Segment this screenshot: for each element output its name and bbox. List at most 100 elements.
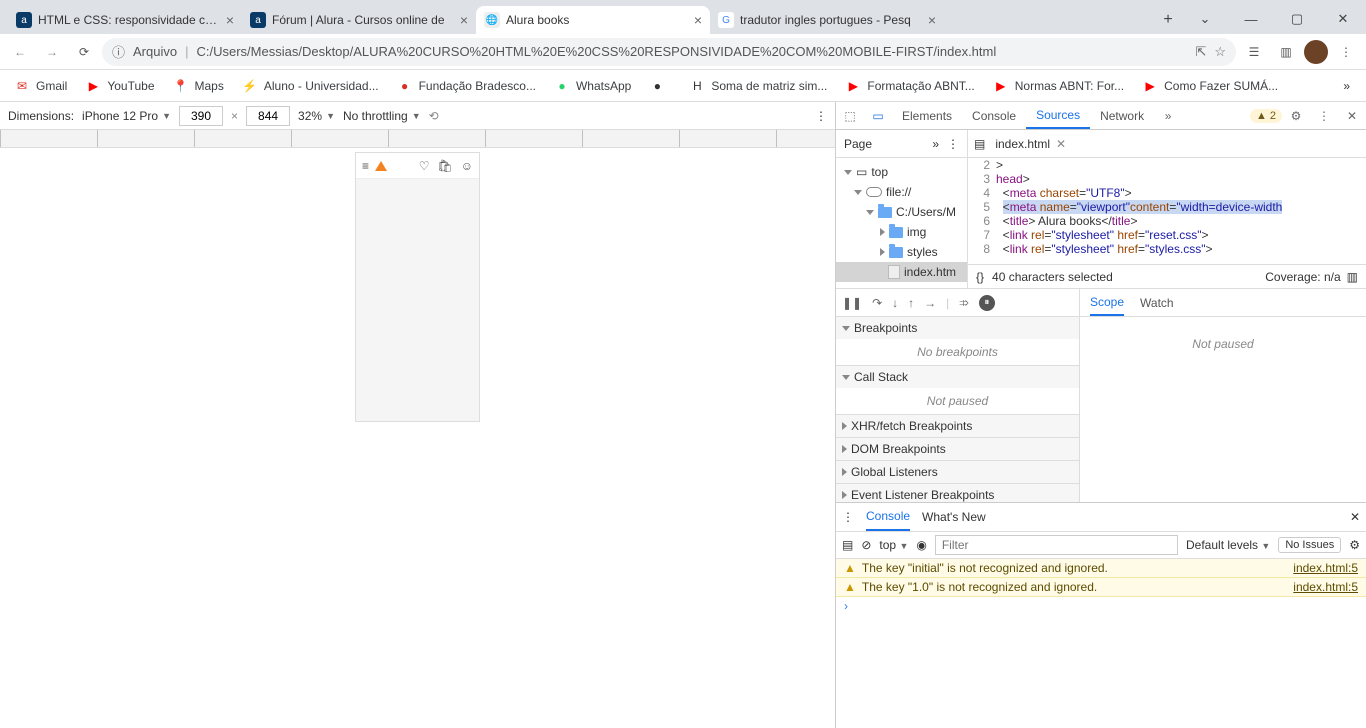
- navigator-more-icon[interactable]: »: [932, 137, 939, 151]
- bookmark-item[interactable]: ▶YouTube: [79, 74, 160, 98]
- bookmark-item[interactable]: ▶Normas ABNT: For...: [987, 74, 1130, 98]
- tree-file-index[interactable]: index.htm: [836, 262, 967, 282]
- pretty-print-icon[interactable]: {}: [976, 270, 984, 284]
- console-sidebar-icon[interactable]: ▤: [842, 538, 853, 552]
- drawer-close-icon[interactable]: ✕: [1350, 510, 1360, 524]
- height-input[interactable]: [246, 106, 290, 126]
- heart-icon[interactable]: ♡: [419, 159, 430, 173]
- window-maximize-button[interactable]: ▢: [1274, 4, 1320, 34]
- window-minimize-button[interactable]: —: [1228, 4, 1274, 34]
- no-issues-badge[interactable]: No Issues: [1278, 537, 1341, 553]
- editor-tabs-icon[interactable]: ▤: [974, 137, 985, 151]
- close-icon[interactable]: ×: [460, 12, 468, 28]
- close-icon[interactable]: ×: [694, 12, 702, 28]
- tree-top[interactable]: ▭ top: [836, 162, 967, 182]
- width-input[interactable]: [179, 106, 223, 126]
- context-select[interactable]: top ▼: [879, 538, 908, 552]
- site-info-icon[interactable]: ⓘ: [112, 42, 125, 61]
- scope-tab[interactable]: Scope: [1090, 289, 1124, 316]
- device-select[interactable]: iPhone 12 Pro ▼: [82, 109, 171, 123]
- side-panel-icon[interactable]: ▥: [1272, 38, 1300, 66]
- settings-icon[interactable]: ⚙: [1282, 109, 1310, 123]
- window-dropdown-icon[interactable]: ⌄: [1182, 4, 1228, 34]
- bp-section[interactable]: Global Listeners: [836, 461, 1079, 484]
- step-out-icon[interactable]: ↑: [908, 296, 914, 310]
- reading-list-icon[interactable]: ☰: [1240, 38, 1268, 66]
- source-link[interactable]: index.html:5: [1293, 580, 1358, 594]
- deactivate-bp-icon[interactable]: ⤃: [959, 295, 969, 310]
- bookmark-item[interactable]: ✉Gmail: [8, 74, 73, 98]
- tree-folder-styles[interactable]: styles: [836, 242, 967, 262]
- bookmark-item[interactable]: ●WhatsApp: [548, 74, 637, 98]
- device-toolbar-menu-icon[interactable]: ⋮: [815, 109, 827, 123]
- watch-tab[interactable]: Watch: [1140, 296, 1174, 310]
- browser-tab[interactable]: Gtradutor ingles portugues - Pesq×: [710, 6, 944, 34]
- bp-section[interactable]: BreakpointsNo breakpoints: [836, 317, 1079, 366]
- editor-tab-file[interactable]: index.html ✕: [991, 137, 1070, 151]
- window-close-button[interactable]: ✕: [1320, 4, 1366, 34]
- bag-icon[interactable]: 🛍: [438, 159, 453, 173]
- hamburger-icon[interactable]: ≡: [362, 159, 369, 173]
- more-tabs-icon[interactable]: »: [1154, 109, 1182, 123]
- profile-avatar[interactable]: [1304, 40, 1328, 64]
- bookmark-item[interactable]: HSoma de matriz sim...: [683, 74, 833, 98]
- warnings-badge[interactable]: ▲ 2: [1250, 109, 1282, 123]
- console-prompt[interactable]: ›: [836, 597, 1366, 615]
- navigator-tab-page[interactable]: Page: [844, 137, 872, 151]
- throttle-select[interactable]: No throttling ▼: [343, 109, 421, 123]
- bookmark-item[interactable]: ⚡Aluno - Universidad...: [236, 74, 385, 98]
- bookmarks-overflow-icon[interactable]: »: [1335, 79, 1358, 93]
- navigator-menu-icon[interactable]: ⋮: [947, 137, 959, 151]
- devtools-tab-sources[interactable]: Sources: [1026, 102, 1090, 129]
- bookmark-item[interactable]: 📍Maps: [167, 74, 230, 98]
- devtools-close-icon[interactable]: ✕: [1338, 109, 1366, 123]
- levels-select[interactable]: Default levels ▼: [1186, 538, 1270, 552]
- coverage-icon[interactable]: ▥: [1347, 270, 1358, 284]
- step-into-icon[interactable]: ↓: [892, 296, 898, 310]
- bp-section[interactable]: Event Listener Breakpoints: [836, 484, 1079, 502]
- browser-tab[interactable]: 🌐Alura books×: [476, 6, 710, 34]
- bp-section[interactable]: Call StackNot paused: [836, 366, 1079, 415]
- pause-exceptions-icon[interactable]: ⏸: [979, 295, 995, 311]
- close-icon[interactable]: ✕: [1056, 137, 1066, 151]
- back-button[interactable]: ←: [6, 38, 34, 66]
- code-editor[interactable]: 2>3head>4 <meta charset="UTF8">5 <meta n…: [968, 158, 1366, 264]
- bookmark-item[interactable]: ●: [643, 74, 677, 98]
- drawer-menu-icon[interactable]: ⋮: [842, 510, 854, 524]
- pause-button[interactable]: ❚❚: [842, 296, 862, 310]
- tree-scheme[interactable]: file://: [836, 182, 967, 202]
- inspect-icon[interactable]: ⬚: [836, 109, 864, 123]
- bookmark-item[interactable]: ▶Como Fazer SUMÁ...: [1136, 74, 1284, 98]
- share-icon[interactable]: ⇱: [1195, 44, 1206, 60]
- bp-section[interactable]: DOM Breakpoints: [836, 438, 1079, 461]
- bookmark-item[interactable]: ▶Formatação ABNT...: [839, 74, 980, 98]
- step-icon[interactable]: →: [924, 296, 936, 310]
- filter-input[interactable]: [935, 535, 1178, 555]
- close-icon[interactable]: ×: [928, 12, 936, 28]
- user-icon[interactable]: ☺: [461, 159, 473, 173]
- devtools-tab-console[interactable]: Console: [962, 102, 1026, 129]
- devtools-tab-elements[interactable]: Elements: [892, 102, 962, 129]
- rotate-icon[interactable]: ⟲: [429, 109, 439, 123]
- reload-button[interactable]: ⟳: [70, 38, 98, 66]
- browser-tab[interactable]: aHTML e CSS: responsividade com×: [8, 6, 242, 34]
- devtools-tab-network[interactable]: Network: [1090, 102, 1154, 129]
- bp-section[interactable]: XHR/fetch Breakpoints: [836, 415, 1079, 438]
- close-icon[interactable]: ×: [226, 12, 234, 28]
- device-toggle-icon[interactable]: ▭: [864, 109, 892, 123]
- devtools-menu-icon[interactable]: ⋮: [1310, 109, 1338, 123]
- drawer-tab-whatsnew[interactable]: What's New: [922, 510, 986, 524]
- browser-tab[interactable]: aFórum | Alura - Cursos online de×: [242, 6, 476, 34]
- bookmark-item[interactable]: ●Fundação Bradesco...: [391, 74, 542, 98]
- new-tab-button[interactable]: +: [1154, 6, 1182, 34]
- tree-folder-img[interactable]: img: [836, 222, 967, 242]
- live-expression-icon[interactable]: ◉: [916, 538, 926, 552]
- source-link[interactable]: index.html:5: [1293, 561, 1358, 575]
- clear-console-icon[interactable]: ⊘: [861, 538, 871, 552]
- url-box[interactable]: ⓘ Arquivo | C:/Users/Messias/Desktop/ALU…: [102, 38, 1236, 66]
- step-over-icon[interactable]: ↷: [872, 296, 882, 310]
- forward-button[interactable]: →: [38, 38, 66, 66]
- console-settings-icon[interactable]: ⚙: [1349, 538, 1360, 552]
- zoom-select[interactable]: 32% ▼: [298, 109, 335, 123]
- drawer-tab-console[interactable]: Console: [866, 503, 910, 531]
